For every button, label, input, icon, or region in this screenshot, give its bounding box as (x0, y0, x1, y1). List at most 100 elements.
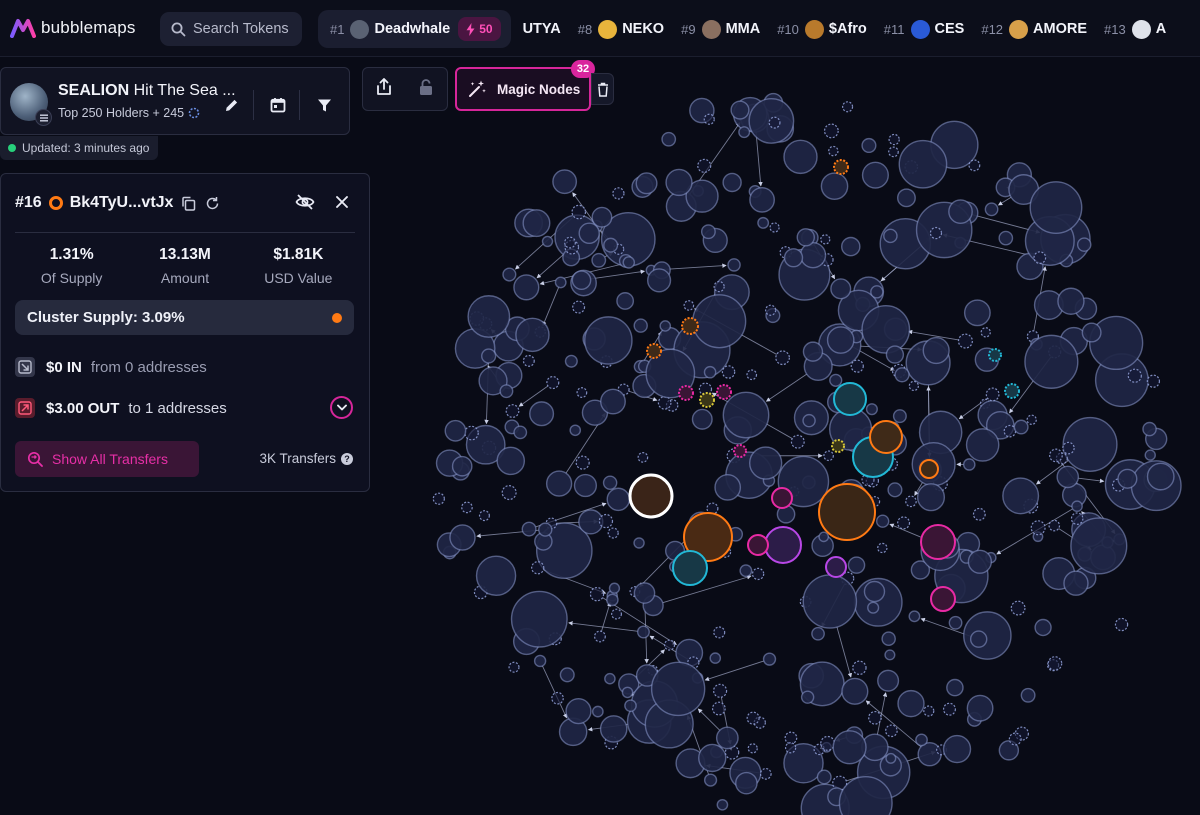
cluster-bubble[interactable] (672, 550, 708, 586)
holder-bubble[interactable] (538, 522, 553, 537)
holder-bubble[interactable] (722, 391, 770, 439)
holder-bubble[interactable] (1030, 520, 1046, 536)
holder-bubble[interactable] (957, 333, 973, 349)
holder-bubble[interactable] (942, 702, 956, 716)
holder-bubble[interactable] (896, 188, 916, 208)
cluster-bubble[interactable] (988, 348, 1002, 362)
holder-bubble[interactable] (713, 280, 725, 293)
holder-bubble[interactable] (832, 730, 867, 765)
holder-bubble[interactable] (1057, 287, 1085, 315)
holder-bubble[interactable] (769, 222, 780, 233)
holder-bubble[interactable] (700, 224, 716, 240)
holder-bubble[interactable] (1071, 500, 1083, 513)
holder-bubble[interactable] (591, 206, 613, 228)
holder-bubble[interactable] (784, 731, 798, 745)
holder-bubble[interactable] (529, 401, 555, 427)
holder-bubble[interactable] (923, 705, 935, 717)
token-subtitle[interactable]: Top 250 Holders + 245 (58, 106, 200, 120)
holder-bubble[interactable] (802, 413, 816, 428)
holder-bubble[interactable] (522, 354, 535, 367)
holder-bubble[interactable] (800, 690, 815, 704)
logo[interactable]: bubblemaps (10, 18, 155, 38)
holder-bubble[interactable] (697, 158, 712, 173)
holder-bubble[interactable] (711, 701, 726, 716)
cluster-bubble[interactable] (764, 526, 802, 564)
holder-bubble[interactable] (966, 694, 994, 722)
cluster-bubble[interactable] (869, 420, 903, 454)
holder-bubble[interactable] (841, 236, 861, 257)
holder-bubble[interactable] (730, 100, 750, 120)
holder-bubble[interactable] (624, 699, 637, 713)
holder-bubble[interactable] (1034, 618, 1052, 637)
holder-bubble[interactable] (984, 202, 999, 217)
holder-bubble[interactable] (600, 388, 626, 415)
holder-bubble[interactable] (616, 292, 635, 310)
holder-bubble[interactable] (1029, 181, 1083, 235)
holder-bubble[interactable] (877, 669, 900, 692)
holder-bubble[interactable] (1144, 449, 1156, 461)
holder-bubble[interactable] (572, 300, 586, 314)
trending-item[interactable]: #8 NEKO (578, 19, 664, 39)
holder-bubble[interactable] (765, 304, 777, 316)
holder-bubble[interactable] (963, 299, 991, 327)
holder-bubble[interactable] (604, 672, 616, 685)
holder-bubble[interactable] (584, 316, 633, 365)
holder-bubble[interactable] (738, 126, 751, 139)
cluster-bubble[interactable] (678, 385, 694, 401)
holder-bubble[interactable] (575, 455, 590, 470)
holder-bubble[interactable] (1081, 322, 1102, 343)
holder-bubble[interactable] (608, 582, 621, 594)
holder-bubble[interactable] (894, 367, 910, 383)
holder-bubble[interactable] (501, 485, 517, 501)
trending-item[interactable]: UTYA (523, 21, 561, 37)
holder-bubble[interactable] (1063, 570, 1089, 596)
holder-bubble[interactable] (1010, 600, 1026, 616)
cluster-bubble[interactable] (818, 483, 876, 541)
holder-bubble[interactable] (703, 113, 715, 125)
holder-bubble[interactable] (521, 521, 537, 537)
holder-bubble[interactable] (622, 256, 636, 269)
trending-item[interactable]: #11 CES (884, 19, 964, 39)
trending-item[interactable]: #13 A (1104, 19, 1166, 39)
holder-bubble[interactable] (591, 252, 607, 268)
holder-bubble[interactable] (727, 258, 741, 272)
holder-bubble[interactable] (1020, 687, 1036, 703)
holder-bubble[interactable] (897, 689, 925, 718)
holder-bubble[interactable] (621, 686, 634, 699)
holder-bubble[interactable] (721, 365, 736, 379)
holder-bubble[interactable] (972, 507, 986, 521)
holder-bubble[interactable] (598, 513, 614, 529)
holder-bubble[interactable] (823, 450, 834, 462)
holder-bubble[interactable] (863, 580, 886, 603)
holder-bubble[interactable] (633, 537, 645, 549)
holder-bubble[interactable] (885, 752, 897, 764)
holder-bubble[interactable] (444, 419, 467, 442)
holder-bubble[interactable] (847, 556, 866, 574)
holder-bubble[interactable] (915, 733, 928, 747)
holder-bubble[interactable] (969, 630, 988, 648)
holder-bubble[interactable] (948, 199, 973, 225)
holder-bubble[interactable] (784, 742, 797, 754)
share-button[interactable] (376, 77, 392, 101)
holder-bubble[interactable] (475, 555, 517, 596)
holder-bubble[interactable] (929, 226, 943, 240)
holder-bubble[interactable] (887, 482, 903, 498)
cluster-bubble[interactable] (825, 556, 847, 578)
holder-bubble[interactable] (1070, 512, 1084, 525)
holder-bubble[interactable] (802, 574, 858, 629)
filter-button[interactable] (311, 92, 337, 118)
holder-bubble[interactable] (449, 524, 476, 551)
holder-bubble[interactable] (703, 773, 718, 787)
holder-bubble[interactable] (1114, 617, 1129, 632)
holder-bubble[interactable] (683, 300, 695, 311)
cluster-bubble[interactable] (646, 343, 662, 359)
holder-bubble[interactable] (888, 133, 900, 146)
holder-bubble[interactable] (746, 711, 760, 725)
holder-bubble[interactable] (816, 769, 832, 785)
holder-bubble[interactable] (998, 230, 1014, 246)
cluster-bubble[interactable] (681, 317, 699, 335)
holder-bubble[interactable] (811, 626, 825, 641)
delete-button[interactable] (591, 73, 614, 105)
holder-bubble[interactable] (510, 590, 568, 648)
holder-bubble[interactable] (551, 691, 564, 705)
